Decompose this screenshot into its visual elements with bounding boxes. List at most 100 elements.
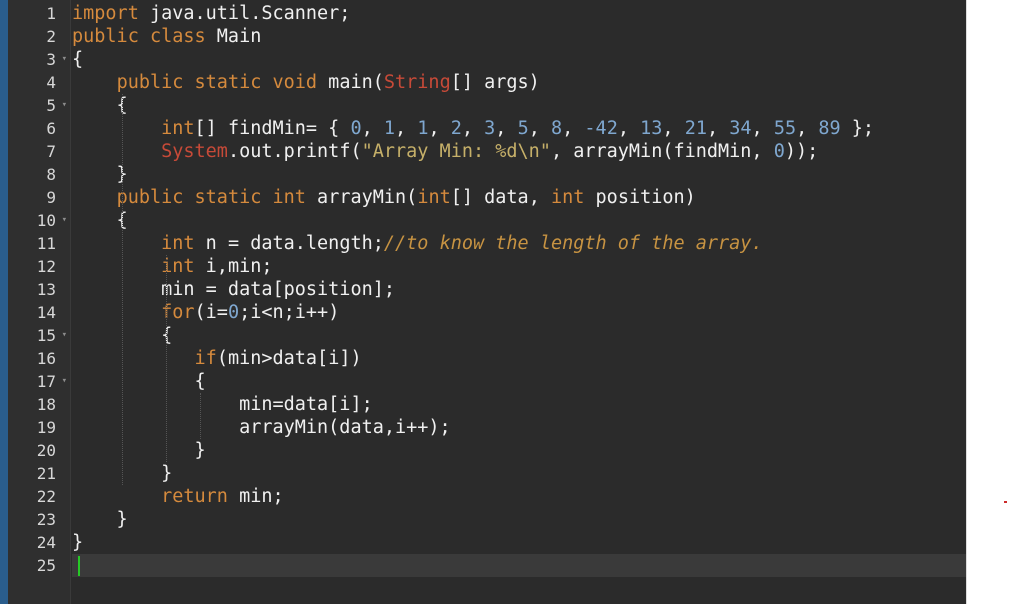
line-number-label: 13 (36, 280, 56, 299)
line-number: 16 (8, 347, 70, 370)
code-line[interactable]: } (72, 531, 966, 554)
code-line[interactable]: System.out.printf("Array Min: %d\n", arr… (72, 140, 966, 163)
code-line[interactable]: int[] findMin= { 0, 1, 1, 2, 3, 5, 8, -4… (72, 117, 966, 140)
code-line[interactable]: int i,min; (72, 255, 966, 278)
line-number: 2 (8, 25, 70, 48)
line-number: 5 ▾ (8, 94, 70, 117)
fold-arrow-icon[interactable]: ▾ (62, 370, 67, 393)
code-token: { (72, 95, 128, 116)
fold-arrow-icon[interactable]: ▾ (62, 94, 67, 117)
code-token: } (72, 532, 84, 553)
code-token: 0 (350, 118, 362, 139)
line-number-label: 15 (36, 326, 56, 345)
code-line[interactable]: { (72, 324, 966, 347)
line-number-label: 14 (36, 303, 56, 322)
code-line[interactable]: { (72, 209, 966, 232)
code-token: , (662, 118, 685, 139)
code-token: 34 (729, 118, 752, 139)
fold-arrow-icon[interactable]: ▾ (62, 48, 67, 71)
code-token: , (706, 118, 730, 139)
code-line[interactable]: if(min>data[i]) (72, 347, 966, 370)
fold-arrow-icon[interactable]: ▾ (62, 209, 67, 232)
code-token: 1 (417, 118, 429, 139)
code-area[interactable]: import java.util.Scanner; public class Ma… (72, 0, 966, 604)
code-line[interactable] (72, 554, 966, 577)
code-token: (i= (194, 302, 228, 323)
code-line[interactable]: { (72, 370, 966, 393)
code-token: 8 (551, 118, 563, 139)
code-token: { (72, 210, 128, 231)
code-line[interactable]: return min; (72, 485, 966, 508)
code-token: int (161, 233, 195, 254)
code-token: public class (72, 26, 206, 47)
code-line[interactable]: import java.util.Scanner; (72, 2, 966, 25)
code-token: Main (205, 26, 262, 47)
indent-guide (166, 255, 167, 462)
code-token: System (161, 141, 228, 162)
code-editor[interactable]: import java.util.Scanner; public class Ma… (0, 0, 966, 604)
code-line[interactable]: } (72, 439, 966, 462)
line-number: 1 (8, 2, 70, 25)
code-token: 0 (773, 141, 785, 162)
line-number-label: 21 (36, 464, 56, 483)
code-token: min; (227, 486, 284, 507)
line-number: 3 ▾ (8, 48, 70, 71)
code-token: (min>data[i]) (216, 348, 362, 369)
code-line[interactable]: { (72, 94, 966, 117)
code-token: [] findMin= { (194, 118, 351, 139)
code-token: min = data[position]; (72, 279, 396, 300)
code-token: } (72, 164, 128, 185)
line-number-label: 23 (36, 510, 56, 529)
line-number-label: 3 (46, 50, 56, 69)
line-number: 14 (8, 301, 70, 324)
line-number-label: 1 (46, 4, 56, 23)
code-token: main( (317, 72, 384, 93)
line-number: 21 (8, 462, 70, 485)
line-number: 24 (8, 531, 70, 554)
code-token: int (161, 118, 195, 139)
line-number-label: 11 (36, 234, 56, 253)
code-line[interactable]: public class Main (72, 25, 966, 48)
code-line[interactable]: for(i=0;i<n;i++) (72, 301, 966, 324)
code-token: return (161, 486, 228, 507)
code-line[interactable]: } (72, 163, 966, 186)
fold-arrow-icon[interactable]: ▾ (62, 324, 67, 347)
code-line[interactable]: int n = data.length;//to know the length… (72, 232, 966, 255)
code-token: , arrayMin(findMin, (550, 141, 774, 162)
code-token: import (72, 3, 139, 24)
code-line[interactable]: arrayMin(data,i++); (72, 416, 966, 439)
code-token: , (395, 118, 418, 139)
line-number-label: 20 (36, 441, 56, 460)
line-number: 20 (8, 439, 70, 462)
code-line[interactable]: } (72, 462, 966, 485)
editor-left-strip (0, 0, 8, 604)
line-number-label: 9 (46, 188, 56, 207)
code-line[interactable]: public static void main(String[] args) (72, 71, 966, 94)
code-token: String (383, 72, 451, 93)
line-number-label: 17 (36, 372, 56, 391)
code-token: 55 (773, 118, 797, 139)
line-number-label: 24 (36, 533, 56, 552)
code-line[interactable]: } (72, 508, 966, 531)
line-number: 11 (8, 232, 70, 255)
code-line[interactable]: public static int arrayMin(int[] data, i… (72, 186, 966, 209)
code-line[interactable]: min = data[position]; (72, 278, 966, 301)
line-number-label: 6 (46, 119, 56, 138)
code-line[interactable]: min=data[i]; (72, 393, 966, 416)
code-line[interactable]: { (72, 48, 966, 71)
line-number: 13 (8, 278, 70, 301)
code-token: position) (584, 187, 696, 208)
code-token: [] args) (450, 72, 540, 93)
code-token: , (562, 118, 585, 139)
line-number: 6 (8, 117, 70, 140)
text-cursor (78, 556, 80, 576)
edge-marker (1004, 501, 1007, 503)
line-number-label: 16 (36, 349, 56, 368)
